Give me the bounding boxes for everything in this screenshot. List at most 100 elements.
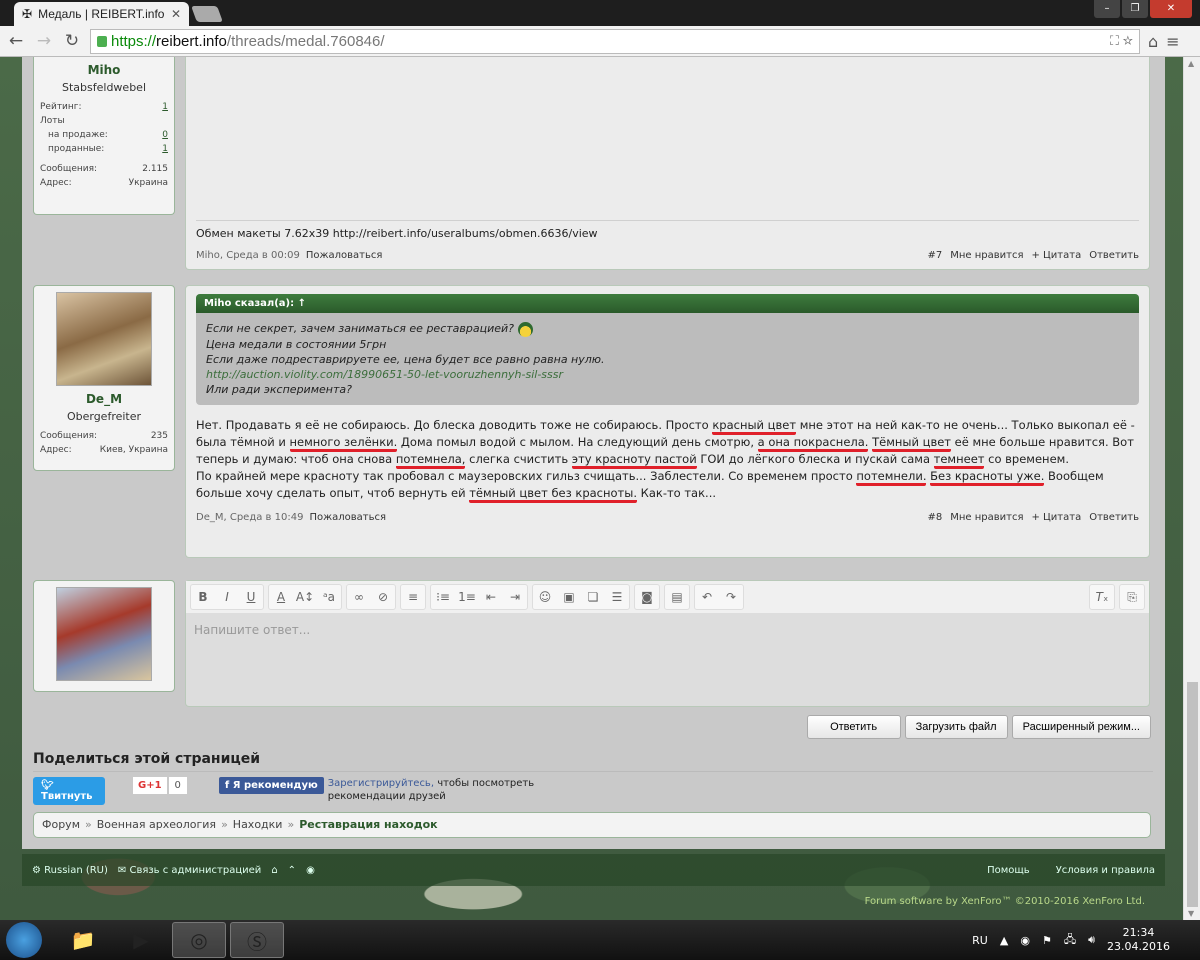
show-hidden-icons[interactable]: ▲ <box>1000 934 1008 947</box>
new-tab-button[interactable] <box>191 6 223 22</box>
save-draft-icon[interactable]: ▤ <box>665 590 689 604</box>
address-bar[interactable]: https://reibert.info/threads/medal.76084… <box>90 28 1140 54</box>
register-link[interactable]: Зарегистрируйтесь, <box>328 778 434 789</box>
explorer-icon[interactable]: 📁 <box>56 922 110 958</box>
username[interactable]: De_M <box>40 392 168 406</box>
sold-link[interactable]: 1 <box>162 144 168 154</box>
rating-link[interactable]: 1 <box>162 102 168 112</box>
home-icon[interactable]: ⌂ <box>271 865 277 876</box>
skype-icon[interactable]: Ⓢ <box>230 922 284 958</box>
breadcrumb-item[interactable]: Форум <box>42 818 80 831</box>
advanced-mode-button[interactable]: Расширенный режим... <box>1011 715 1151 739</box>
bold-icon[interactable]: B <box>191 590 215 604</box>
extension-icon[interactable]: ⌂ <box>1148 32 1158 51</box>
report-link[interactable]: Пожаловаться <box>306 250 383 261</box>
italic-icon[interactable]: I <box>215 590 239 604</box>
font-size-icon[interactable]: A↕ <box>293 590 317 604</box>
underlined-phrase: потемнели. <box>856 468 927 486</box>
report-link[interactable]: Пожаловаться <box>309 512 386 523</box>
minimize-button[interactable]: – <box>1094 0 1120 18</box>
align-icon[interactable]: ≡ <box>401 590 425 604</box>
upload-file-button[interactable]: Загрузить файл <box>904 715 1008 739</box>
quote-header[interactable]: Miho сказал(а): ↑ <box>196 294 1139 313</box>
post-author-date[interactable]: De_M, Среда в 10:49 <box>196 512 303 523</box>
rss-icon[interactable]: ◉ <box>306 865 315 876</box>
google-plus-button[interactable]: G+1 <box>133 777 167 794</box>
post-author-date[interactable]: Miho, Среда в 00:09 <box>196 250 300 261</box>
bullet-list-icon[interactable]: ⁝≡ <box>431 590 455 604</box>
reload-icon[interactable]: ↻ <box>62 31 82 51</box>
maximize-button[interactable]: ❐ <box>1122 0 1148 18</box>
indent-icon[interactable]: ⇥ <box>503 590 527 604</box>
avatar[interactable] <box>56 587 152 681</box>
top-icon[interactable]: ⌃ <box>288 865 296 876</box>
translate-icon[interactable]: ⛶ <box>1110 33 1119 48</box>
menu-icon[interactable]: ≡ <box>1166 32 1179 51</box>
media-icon[interactable]: ❏ <box>581 590 605 604</box>
like-link[interactable]: Мне нравится <box>950 250 1023 261</box>
redo-icon[interactable]: ↷ <box>719 590 743 604</box>
remove-format-icon[interactable]: Tₓ <box>1090 590 1114 604</box>
onsale-link[interactable]: 0 <box>162 130 168 140</box>
reply-link[interactable]: Ответить <box>1089 250 1139 261</box>
start-button[interactable] <box>6 922 42 958</box>
copyright[interactable]: Forum software by XenForo™ ©2010-2016 Xe… <box>865 896 1145 907</box>
tweet-button[interactable]: 🐦︎ Твитнуть <box>33 777 105 805</box>
toggle-bbcode-icon[interactable]: ⎘ <box>1120 590 1144 605</box>
media-player-icon[interactable]: ▶ <box>114 922 168 958</box>
back-icon[interactable]: ← <box>6 31 26 51</box>
language-chooser[interactable]: ⚙ Russian (RU) <box>32 865 108 876</box>
volume-icon[interactable]: 🔊︎ <box>1088 933 1095 947</box>
font-family-icon[interactable]: ᵃa <box>317 590 341 604</box>
breadcrumb-current[interactable]: Реставрация находок <box>299 818 437 831</box>
quote-link[interactable]: + Цитата <box>1031 512 1081 523</box>
quote-link[interactable]: http://auction.violity.com/18990651-50-l… <box>206 367 1129 382</box>
avatar[interactable] <box>56 292 152 386</box>
facebook-recommend-button[interactable]: f Я рекомендую <box>218 777 324 794</box>
breadcrumb-item[interactable]: Военная археология <box>97 818 216 831</box>
chrome-icon[interactable]: ◎ <box>172 922 226 958</box>
reply-link[interactable]: Ответить <box>1089 512 1139 523</box>
template-icon[interactable]: ☰ <box>605 590 629 604</box>
reply-button[interactable]: Ответить <box>806 715 901 739</box>
help-link[interactable]: Помощь <box>987 865 1030 876</box>
scrollbar[interactable]: ▲ ▼ <box>1183 57 1200 920</box>
underline-icon[interactable]: U <box>239 590 263 604</box>
user-info-miho: Miho Stabsfeldwebel Рейтинг: 1 Лоты на пр… <box>33 57 175 215</box>
tray-app-icon[interactable]: ◉ <box>1020 934 1030 947</box>
unlink-icon[interactable]: ⊘ <box>371 590 395 604</box>
network-icon[interactable]: 🖧︎ <box>1064 931 1076 950</box>
address-label: Адрес: <box>40 178 72 188</box>
action-center-flag-icon[interactable]: ⚑ <box>1042 934 1052 947</box>
twitter-icon: 🐦︎ <box>41 780 54 791</box>
browser-tab[interactable]: ✠ Медаль | REIBERT.info ✕ <box>14 2 189 26</box>
outdent-icon[interactable]: ⇤ <box>479 590 503 604</box>
post-number[interactable]: #7 <box>927 250 942 261</box>
camera-icon[interactable]: ◙ <box>635 590 659 604</box>
language-label: Russian (RU) <box>44 864 108 876</box>
text-color-icon[interactable]: A <box>269 590 293 604</box>
close-window-button[interactable]: ✕ <box>1150 0 1192 18</box>
bookmark-star-icon[interactable]: ☆ <box>1123 33 1133 48</box>
forward-icon[interactable]: → <box>34 31 54 51</box>
image-icon[interactable]: ▣ <box>557 590 581 604</box>
language-indicator[interactable]: RU <box>972 934 988 947</box>
clock[interactable]: 21:34 23.04.2016 <box>1107 926 1170 954</box>
contact-link[interactable]: ✉ Связь с администрацией <box>118 865 261 876</box>
username[interactable]: Miho <box>40 63 168 77</box>
quote-link[interactable]: + Цитата <box>1031 250 1081 261</box>
link-icon[interactable]: ∞ <box>347 590 371 604</box>
smiley-icon <box>517 321 533 337</box>
close-tab-icon[interactable]: ✕ <box>171 7 181 21</box>
terms-link[interactable]: Условия и правила <box>1056 865 1155 876</box>
like-link[interactable]: Мне нравится <box>950 512 1023 523</box>
scrollbar-thumb[interactable] <box>1187 682 1198 907</box>
underlined-phrase: тёмный цвет без красноты. <box>469 485 637 503</box>
reply-input[interactable]: Напишите ответ... <box>186 613 1149 647</box>
post-number[interactable]: #8 <box>927 512 942 523</box>
breadcrumb-item[interactable]: Находки <box>233 818 283 831</box>
numbered-list-icon[interactable]: 1≡ <box>455 590 479 604</box>
content-area: Miho Stabsfeldwebel Рейтинг: 1 Лоты на пр… <box>22 57 1165 849</box>
undo-icon[interactable]: ↶ <box>695 590 719 604</box>
smilies-icon[interactable]: ☺ <box>533 590 557 604</box>
